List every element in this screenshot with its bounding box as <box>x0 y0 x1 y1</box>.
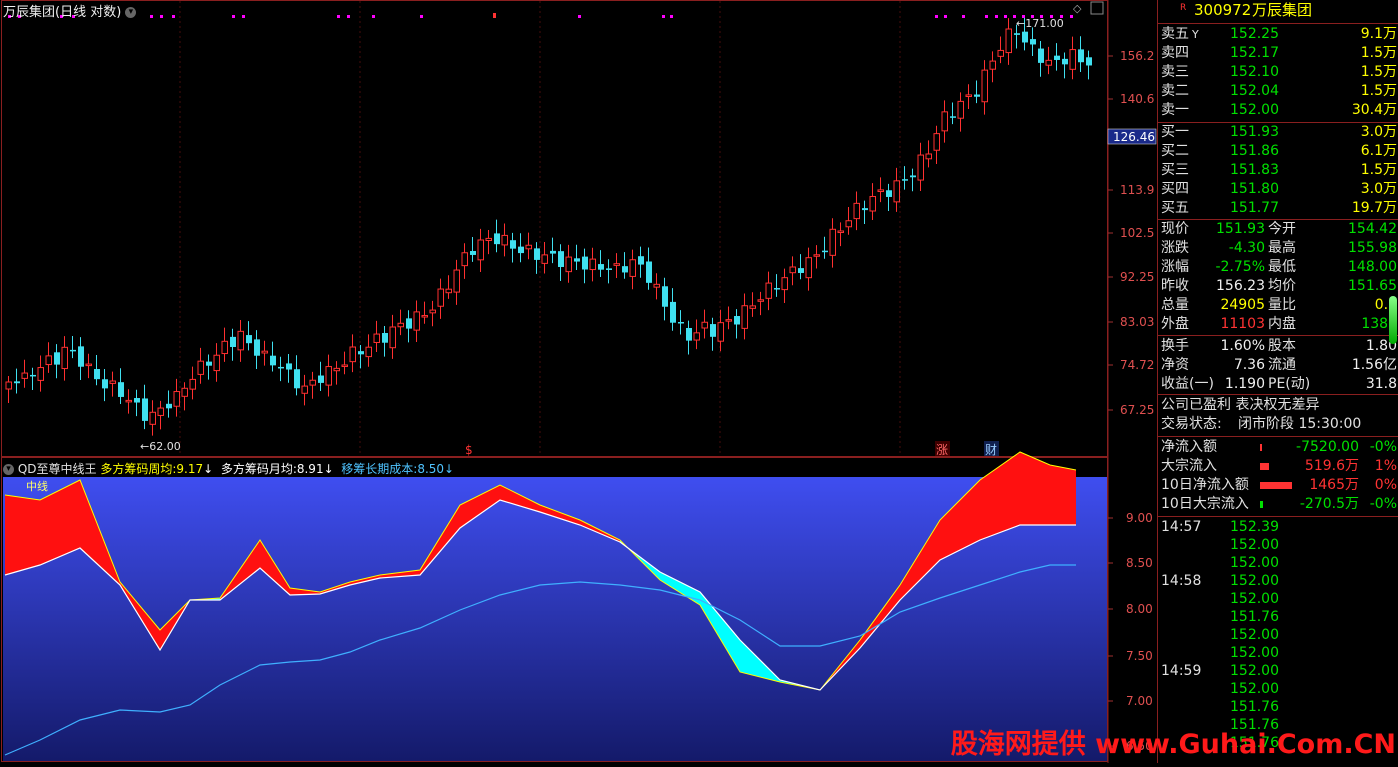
quote-header[interactable]: R 300972 万辰集团 <box>1158 1 1398 20</box>
company-info: 公司已盈利 表决权无差异 <box>1161 397 1320 413</box>
quote-panel: R 300972 万辰集团 卖五 Y 152.25 9.1万 卖四 152.17 1.5万卖… <box>1157 0 1398 763</box>
watermark: 股海网提供 www.Guhai.Com.CN <box>950 729 1396 760</box>
tick-row[interactable]: 14:59 152.00 <box>1158 662 1398 681</box>
buy-row[interactable]: 买二 151.86 6.1万 <box>1158 142 1398 161</box>
quote-row[interactable]: 涨幅 -2.75% 最低 148.00 <box>1158 258 1398 277</box>
tick-row[interactable]: 152.00 <box>1158 554 1398 573</box>
sell-row[interactable]: 卖四 152.17 1.5万 <box>1158 44 1398 63</box>
buy-row[interactable]: 买三 151.83 1.5万 <box>1158 161 1398 180</box>
chevron-down-icon[interactable]: ▾ <box>125 7 137 18</box>
flow-row[interactable]: 10日大宗流入 -270.5万 -0% <box>1158 495 1398 514</box>
indicator-tick: 9.00 <box>1126 511 1153 525</box>
flow-row[interactable]: 大宗流入 519.6万 1% <box>1158 457 1398 476</box>
tick-row[interactable]: 151.76 <box>1158 698 1398 717</box>
tick-row[interactable]: 151.76 <box>1158 608 1398 627</box>
indicator-tick: 7.00 <box>1126 694 1153 708</box>
quote-row[interactable]: 昨收 156.23 均价 151.65 <box>1158 277 1398 296</box>
tick-row[interactable]: 14:58 152.00 <box>1158 572 1398 591</box>
indicator-name: QD至尊中线王 <box>17 462 97 476</box>
monthly-arrow: ↓ <box>323 462 334 476</box>
buy-row[interactable]: 买一 151.93 3.0万 <box>1158 123 1398 142</box>
buy-row[interactable]: 买四 151.80 3.0万 <box>1158 180 1398 199</box>
weekly-arrow: ↓ <box>203 462 214 476</box>
quote-row[interactable]: 涨跌 -4.30 最高 155.98 <box>1158 239 1398 258</box>
high-marker-label: ←171.00 <box>1016 17 1064 30</box>
chevron-down-icon[interactable]: ▾ <box>3 464 14 475</box>
price-tick: 74.72 <box>1120 358 1154 372</box>
price-tick: 140.6 <box>1120 92 1154 106</box>
tick-row[interactable]: 152.00 <box>1158 644 1398 663</box>
indicator-tick: 8.50 <box>1126 556 1153 570</box>
indicator-tick: 8.00 <box>1126 602 1153 616</box>
current-price-label: 126.46 <box>1113 130 1155 144</box>
sell-row[interactable]: 卖二 152.04 1.5万 <box>1158 82 1398 101</box>
limit-up-marker[interactable]: 涨 <box>936 442 948 457</box>
flow-bar <box>1260 501 1263 508</box>
buy-row[interactable]: 买五 151.77 19.7万 <box>1158 199 1398 218</box>
cost-value: 8.50 <box>417 462 445 476</box>
fund-row[interactable]: 换手 1.60% 股本 1.80 <box>1158 337 1398 356</box>
sell-row[interactable]: 卖五 Y 152.25 9.1万 <box>1158 25 1398 44</box>
price-tick: 113.9 <box>1120 183 1154 197</box>
cost-arrow: ↓ <box>444 462 455 476</box>
weekly-value: 9.17 <box>176 462 204 476</box>
sell-row[interactable]: 卖一 152.00 30.4万 <box>1158 101 1398 120</box>
tick-row[interactable]: 152.00 <box>1158 680 1398 699</box>
quote-row[interactable]: 外盘 11103 内盘 1380 <box>1158 315 1398 334</box>
stock-name-title: 万辰集团 <box>3 5 56 20</box>
price-tick: 83.03 <box>1120 315 1154 329</box>
flow-row[interactable]: 10日净流入额 1465万 0% <box>1158 476 1398 495</box>
sell-row[interactable]: 卖三 152.10 1.5万 <box>1158 63 1398 82</box>
r-badge: R <box>1180 3 1187 13</box>
monthly-label: 多方筹码月均: <box>220 462 297 476</box>
chart-area[interactable]: 156.2 140.6 113.9 102.5 92.25 83.03 74.72 67.25… <box>0 0 1157 763</box>
stock-code: 300972 <box>1194 1 1252 19</box>
chart-title[interactable]: 万辰集团(日线 对数) ▾ <box>3 1 137 20</box>
flow-bar <box>1260 463 1269 470</box>
monthly-value: 8.91 <box>296 462 324 476</box>
kline-svg[interactable]: 156.2 140.6 113.9 102.5 92.25 83.03 74.72 67.25… <box>0 0 1157 763</box>
price-tick: 92.25 <box>1120 270 1154 284</box>
price-tick: 156.2 <box>1120 49 1154 63</box>
low-marker-label: ←62.00 <box>140 440 181 453</box>
chart-mode: (日线 对数) <box>55 5 122 20</box>
dividend-marker[interactable]: $ <box>465 443 473 457</box>
flow-row[interactable]: 净流入额 -7520.00 -0% <box>1158 438 1398 457</box>
indicator-tick: 7.50 <box>1126 649 1153 663</box>
flow-bar <box>1260 482 1292 489</box>
tick-row[interactable]: 152.00 <box>1158 626 1398 645</box>
price-tick: 102.5 <box>1120 226 1154 240</box>
trade-status: 交易状态: 闭市阶段 15:30:00 <box>1161 416 1362 432</box>
fund-row[interactable]: 净资 7.36 流通 1.56亿 <box>1158 356 1398 375</box>
diamond-icon[interactable]: ◇ <box>1073 2 1082 15</box>
tick-row[interactable]: 14:57 152.39 <box>1158 518 1398 537</box>
weekly-label: 多方筹码周均: <box>100 462 177 476</box>
fund-row[interactable]: 收益(一) 1.190 PE(动) 31.8 <box>1158 375 1398 394</box>
cost-label: 移筹长期成本: <box>341 462 418 476</box>
flow-bar <box>1260 444 1262 451</box>
quote-row[interactable]: 总量 24905 量比 0.9 <box>1158 296 1398 315</box>
tick-row[interactable]: 152.00 <box>1158 536 1398 555</box>
tick-row[interactable]: 152.00 <box>1158 590 1398 609</box>
stock-name: 万辰集团 <box>1252 1 1313 19</box>
finance-marker[interactable]: 财 <box>985 443 997 457</box>
quote-row[interactable]: 现价 151.93 今开 154.42 <box>1158 220 1398 239</box>
volume-ratio-bar <box>1389 296 1397 344</box>
price-tick: 67.25 <box>1120 403 1154 417</box>
indicator-tag: 中线 <box>26 479 48 493</box>
indicator-legend[interactable]: ▾ QD至尊中线王 多方筹码周均:9.17↓ 多方筹码月均:8.91↓ 移筹长期… <box>3 460 454 477</box>
